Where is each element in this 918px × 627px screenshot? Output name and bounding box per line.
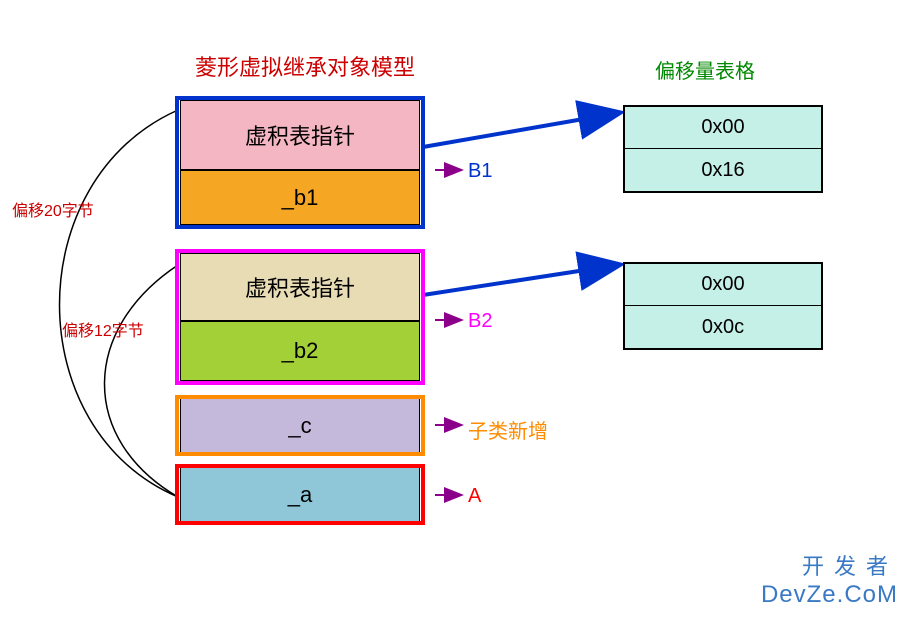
offset-cell: 0x0c (625, 306, 821, 348)
watermark: 开发者 DevZe.CoM (761, 549, 898, 609)
watermark-cn: 开发者 (761, 549, 898, 581)
curve-offset-12 (105, 265, 179, 497)
offset-table-2: 0x00 0x0c (623, 262, 823, 350)
offset-20-label: 偏移20字节 (12, 197, 94, 221)
label-a: A (468, 485, 481, 508)
block-b2: _b2 (180, 321, 420, 381)
arrow-vptr1-to-table (423, 113, 618, 147)
label-b1: B1 (468, 160, 492, 183)
diagram-title: 菱形虚拟继承对象模型 (195, 50, 415, 82)
offset-table-title: 偏移量表格 (655, 55, 755, 84)
label-b2: B2 (468, 310, 492, 333)
block-vptr-b1: 虚积表指针 (180, 100, 420, 170)
watermark-en: DevZe.CoM (761, 581, 898, 609)
offset-table-1: 0x00 0x16 (623, 105, 823, 193)
offset-cell: 0x00 (625, 264, 821, 306)
curve-offset-20 (60, 110, 179, 497)
offset-cell: 0x00 (625, 107, 821, 149)
offset-cell: 0x16 (625, 149, 821, 191)
block-b1: _b1 (180, 170, 420, 225)
offset-12-label: 偏移12字节 (62, 317, 144, 341)
label-c-subclass: 子类新增 (468, 415, 548, 444)
block-vptr-b2: 虚积表指针 (180, 253, 420, 321)
block-c: _c (180, 398, 420, 453)
block-a: _a (180, 467, 420, 522)
arrow-vptr2-to-table (423, 265, 618, 295)
